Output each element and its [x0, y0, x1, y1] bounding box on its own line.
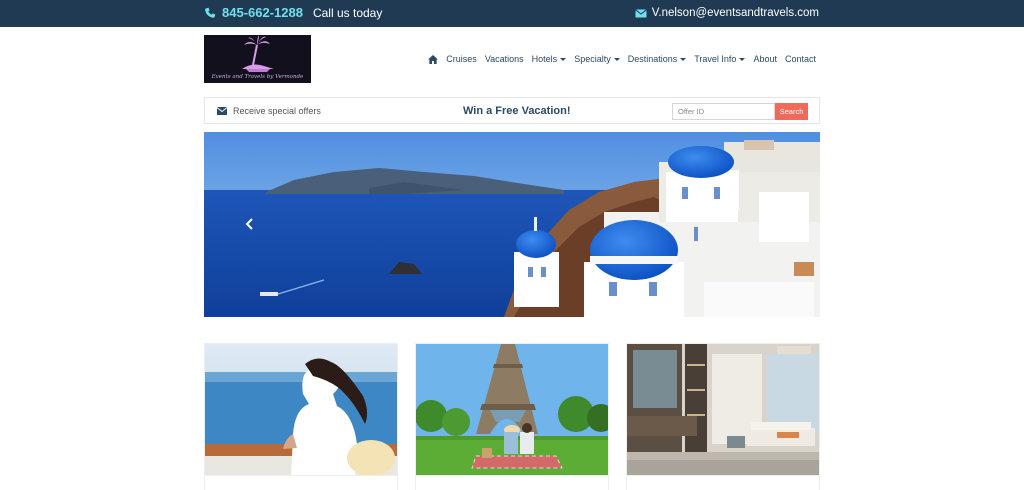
call-us-text: Call us today: [312, 5, 383, 20]
cruise-card-image: [205, 344, 397, 475]
phone-icon: [205, 7, 216, 18]
home-icon: [428, 54, 439, 64]
hero-slide-image: [204, 132, 820, 317]
site-logo[interactable]: Events and Travels by Vermonde: [204, 35, 311, 83]
offer-id-input[interactable]: [672, 103, 775, 120]
caret-down-icon: [680, 57, 687, 61]
main-nav: Cruises Vacations Hotels Specialty Desti…: [428, 54, 816, 64]
nav-hotels[interactable]: Hotels: [532, 54, 567, 64]
nav-vacations-label: Vacations: [484, 54, 524, 64]
card-hotel-footer: [626, 476, 820, 490]
receive-offers-text: Receive special offers: [233, 106, 321, 116]
card-hotel[interactable]: [626, 343, 820, 476]
top-bar: 845-662-1288 Call us today V.nelson@even…: [0, 0, 1024, 27]
phone-contact[interactable]: 845-662-1288 Call us today: [204, 5, 382, 20]
caret-down-icon: [739, 57, 746, 61]
paris-card-image: [416, 344, 608, 475]
nav-specialty-label: Specialty: [574, 54, 611, 64]
card-paris-footer: [415, 476, 609, 490]
envelope-icon: [217, 107, 227, 115]
nav-travel-info[interactable]: Travel Info: [694, 54, 746, 64]
logo-tagline: Events and Travels by Vermonde: [211, 74, 304, 80]
card-cruise[interactable]: [204, 343, 398, 476]
nav-destinations-label: Destinations: [627, 54, 678, 64]
nav-about-label: About: [753, 54, 777, 64]
receive-offers-link[interactable]: Receive special offers: [217, 106, 321, 116]
email-contact[interactable]: V.nelson@eventsandtravels.com: [634, 7, 819, 19]
win-vacation-headline: Win a Free Vacation!: [463, 105, 571, 117]
nav-vacations[interactable]: Vacations: [485, 54, 524, 64]
offers-bar: Receive special offers Win a Free Vacati…: [204, 97, 820, 124]
nav-specialty[interactable]: Specialty: [574, 54, 620, 64]
palm-tree-icon: [242, 35, 274, 72]
nav-cruises[interactable]: Cruises: [446, 54, 477, 64]
home-link[interactable]: [428, 54, 439, 64]
nav-travel-info-label: Travel Info: [694, 54, 737, 64]
nav-hotels-label: Hotels: [531, 54, 558, 64]
nav-contact-label: Contact: [784, 54, 816, 64]
phone-number[interactable]: 845-662-1288: [222, 5, 303, 20]
card-cruise-footer: [204, 476, 398, 490]
nav-destinations[interactable]: Destinations: [628, 54, 687, 64]
card-paris[interactable]: [415, 343, 609, 476]
search-button[interactable]: Search: [775, 103, 808, 120]
hotel-card-image: [627, 344, 819, 475]
caret-down-icon: [613, 57, 620, 61]
nav-contact[interactable]: Contact: [785, 54, 816, 64]
carousel-prev-icon[interactable]: [245, 218, 255, 230]
nav-about[interactable]: About: [753, 54, 777, 64]
nav-cruises-label: Cruises: [446, 54, 477, 64]
caret-down-icon: [560, 57, 567, 61]
email-address[interactable]: V.nelson@eventsandtravels.com: [652, 7, 819, 19]
hero-carousel[interactable]: [204, 132, 820, 317]
envelope-icon: [634, 8, 647, 17]
